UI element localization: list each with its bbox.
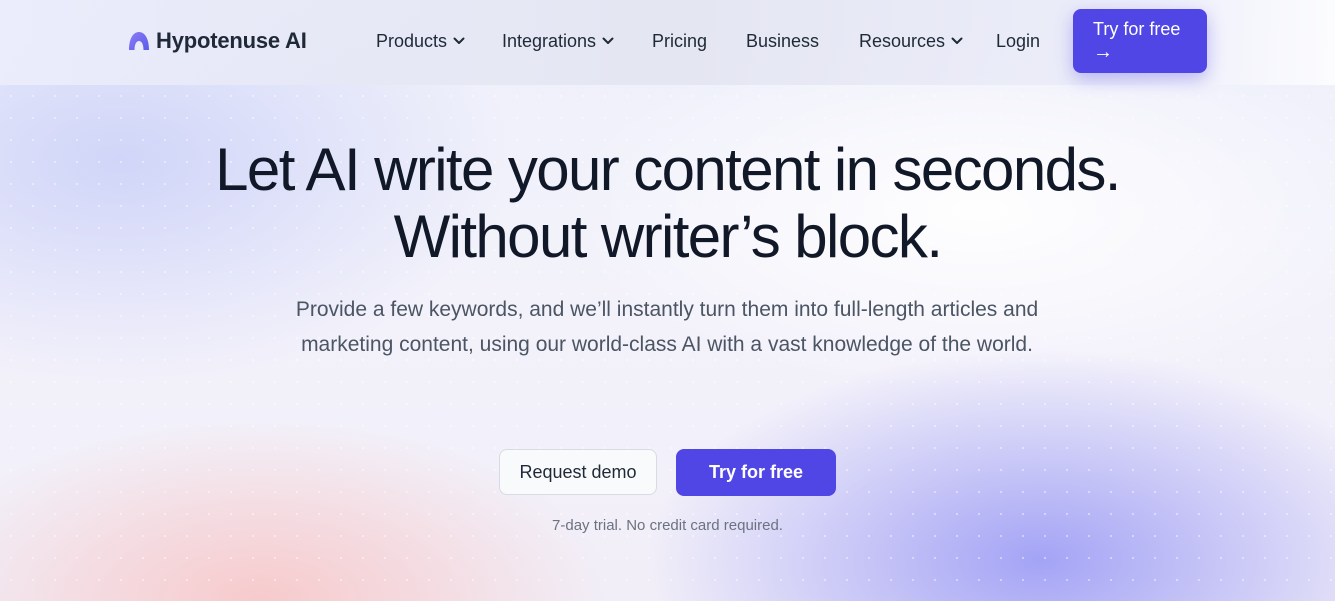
header-try-free-button[interactable]: Try for free → <box>1073 9 1207 73</box>
nav-item-integrations[interactable]: Integrations <box>502 28 614 54</box>
nav-label: Login <box>996 30 1041 51</box>
hero-subheadline: Provide a few keywords, and we’ll instan… <box>295 298 1039 356</box>
request-demo-button[interactable]: Request demo <box>499 449 657 495</box>
nav-label: Integrations <box>502 30 597 51</box>
top-navbar: Hypotenuse AI Products Integrations Pric… <box>0 0 1335 85</box>
chevron-down-icon <box>453 37 465 44</box>
try-free-button[interactable]: Try for free <box>676 449 836 496</box>
nav-label: Products <box>376 30 448 51</box>
hero-headline-line2: Without writer’s block. <box>393 203 943 270</box>
nav-item-login[interactable]: Login <box>996 28 1040 54</box>
chevron-down-icon <box>951 37 963 44</box>
chevron-down-icon <box>602 37 614 44</box>
hero-headline-line1: Let AI write your content in seconds. <box>215 136 1121 203</box>
nav-item-business[interactable]: Business <box>746 28 819 54</box>
brand-name: Hypotenuse AI <box>156 28 307 53</box>
nav-label: Resources <box>859 30 946 51</box>
nav-item-products[interactable]: Products <box>376 28 465 54</box>
header-cta-label: Try for free <box>1093 19 1181 39</box>
hypotenuse-logo-icon <box>129 32 149 50</box>
nav-item-resources[interactable]: Resources <box>859 28 963 54</box>
nav-item-pricing[interactable]: Pricing <box>652 28 707 54</box>
arrow-right-icon: → <box>1093 41 1113 63</box>
brand-logo[interactable]: Hypotenuse AI <box>128 27 307 55</box>
nav-label: Business <box>746 30 820 51</box>
trial-note: 7-day trial. No credit card required. <box>552 517 783 534</box>
nav-label: Pricing <box>652 30 708 51</box>
